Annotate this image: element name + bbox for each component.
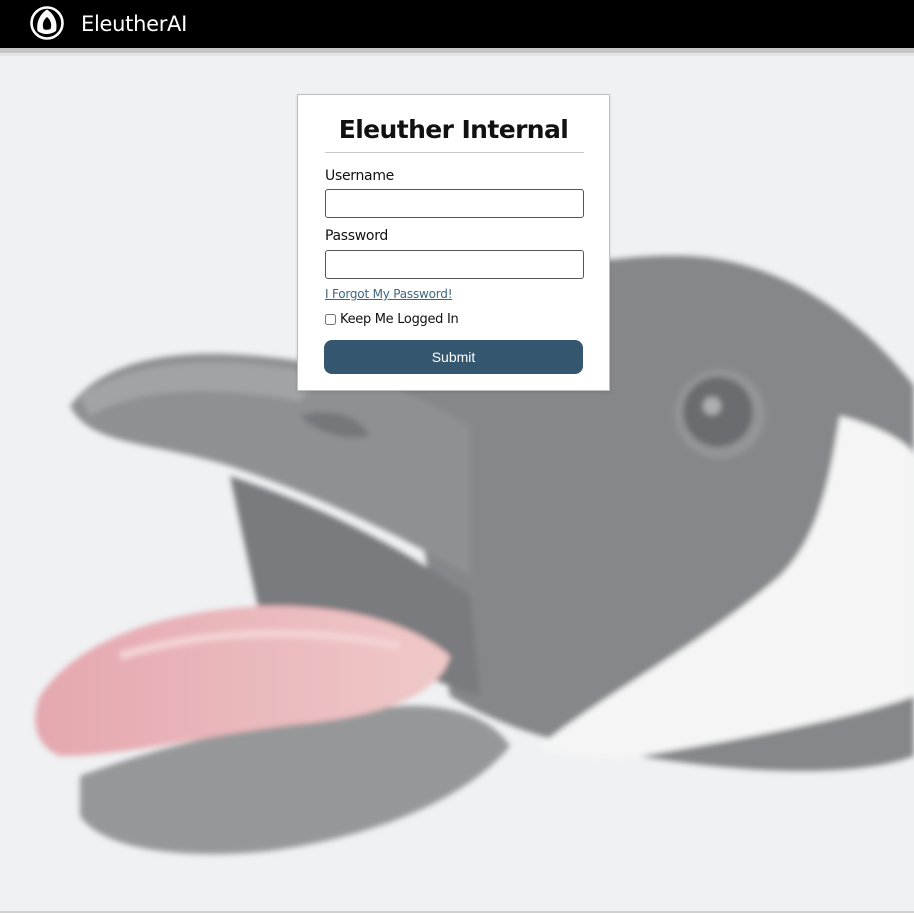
login-form: Eleuther Internal Username Password I Fo… bbox=[297, 94, 610, 391]
username-input[interactable] bbox=[325, 189, 584, 218]
brand-name[interactable]: EleutherAI bbox=[81, 11, 187, 37]
password-input[interactable] bbox=[325, 250, 584, 279]
remember-me-label[interactable]: Keep Me Logged In bbox=[340, 312, 459, 327]
submit-button[interactable]: Submit bbox=[324, 340, 583, 374]
eleuther-logo-icon[interactable] bbox=[29, 5, 65, 41]
header-divider bbox=[0, 48, 914, 56]
top-navigation-bar: EleutherAI bbox=[0, 0, 914, 48]
remember-me-checkbox[interactable] bbox=[325, 314, 336, 325]
page-title: Eleuther Internal bbox=[338, 115, 569, 144]
remember-me-row: Keep Me Logged In bbox=[325, 312, 459, 327]
forgot-password-link[interactable]: I Forgot My Password! bbox=[325, 287, 453, 301]
title-divider bbox=[325, 152, 584, 153]
username-label: Username bbox=[325, 168, 394, 184]
password-label: Password bbox=[325, 228, 388, 244]
